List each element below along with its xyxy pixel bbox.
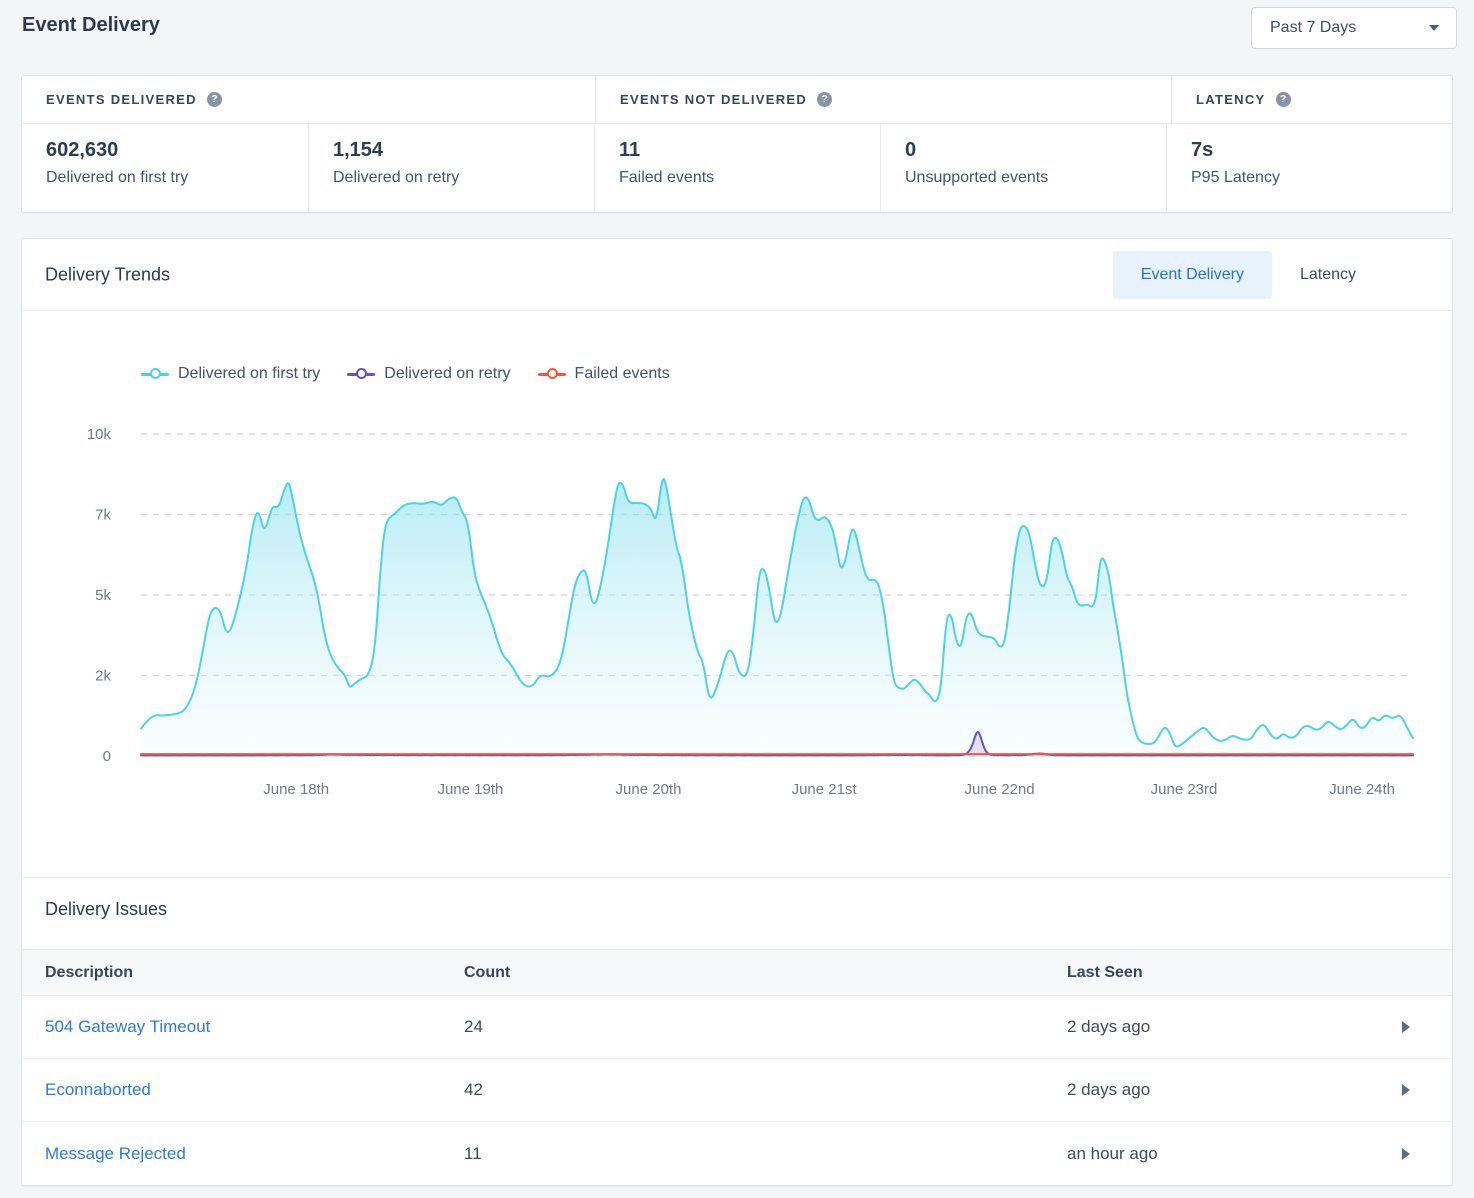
legend-item-failed[interactable]: Failed events [538, 365, 670, 383]
chevron-right-icon[interactable] [1402, 1084, 1410, 1096]
stats-group-events-not-delivered: EVENTS NOT DELIVERED ? [595, 76, 1171, 123]
issue-link[interactable]: 504 Gateway Timeout [45, 1017, 210, 1036]
legend-marker-icon [347, 373, 375, 376]
stat-label: Unsupported events [905, 169, 1166, 187]
svg-text:5k: 5k [95, 587, 111, 604]
time-range-select[interactable]: Past 7 Days [1251, 7, 1457, 49]
stat-value: 0 [905, 139, 1166, 162]
stat-value: 11 [619, 139, 880, 162]
trends-tabs: Event Delivery Latency [1113, 251, 1384, 299]
table-row[interactable]: 504 Gateway Timeout 24 2 days ago [22, 996, 1452, 1059]
stat-value: 1,154 [333, 139, 594, 162]
column-header-description: Description [22, 964, 464, 982]
issue-count: 11 [464, 1144, 1067, 1164]
stat-value: 7s [1191, 139, 1452, 162]
svg-text:7k: 7k [95, 507, 111, 524]
tab-latency[interactable]: Latency [1272, 251, 1384, 299]
delivery-issues-table: Description Count Last Seen 504 Gateway … [22, 949, 1452, 1185]
legend-marker-icon [538, 373, 566, 376]
stat-delivered-retry: 1,154 Delivered on retry [308, 124, 594, 212]
svg-text:2k: 2k [95, 668, 111, 685]
chevron-down-icon [1429, 25, 1439, 31]
tab-event-delivery[interactable]: Event Delivery [1113, 251, 1272, 299]
svg-text:0: 0 [103, 748, 111, 765]
trends-title: Delivery Trends [45, 264, 170, 285]
stats-group-latency: LATENCY ? [1171, 76, 1452, 123]
issue-link[interactable]: Message Rejected [45, 1144, 186, 1163]
event-delivery-page: Event Delivery Past 7 Days EVENTS DELIVE… [0, 0, 1474, 1198]
section-divider [22, 877, 1452, 878]
trends-header: Delivery Trends Event Delivery Latency [22, 239, 1452, 311]
issues-table-header: Description Count Last Seen [22, 949, 1452, 996]
svg-text:June 24th: June 24th [1329, 781, 1395, 798]
page-title: Event Delivery [22, 14, 160, 37]
svg-text:June 22nd: June 22nd [965, 781, 1035, 798]
legend-item-retry[interactable]: Delivered on retry [347, 365, 510, 383]
svg-text:10k: 10k [87, 426, 112, 443]
stats-group-events-delivered: EVENTS DELIVERED ? [22, 76, 595, 123]
stat-label: P95 Latency [1191, 169, 1452, 187]
stat-delivered-first-try: 602,630 Delivered on first try [22, 124, 308, 212]
svg-text:June 21st: June 21st [792, 781, 858, 798]
svg-text:June 18th: June 18th [263, 781, 329, 798]
issue-count: 42 [464, 1080, 1067, 1100]
delivery-issues-title: Delivery Issues [45, 899, 167, 920]
stat-label: Delivered on first try [46, 169, 308, 187]
stats-group-title: EVENTS NOT DELIVERED [620, 92, 807, 107]
help-icon[interactable]: ? [1276, 92, 1291, 107]
issue-last-seen: 2 days ago [1067, 1080, 1452, 1100]
stat-label: Delivered on retry [333, 169, 594, 187]
stat-value: 602,630 [46, 139, 308, 162]
chevron-right-icon[interactable] [1402, 1148, 1410, 1160]
issue-link[interactable]: Econnaborted [45, 1080, 151, 1099]
stats-header: EVENTS DELIVERED ? EVENTS NOT DELIVERED … [22, 76, 1452, 124]
delivery-trends-chart: 0 2k 5k 7k 10k June 18th June 19th June 20th Jun… [61, 416, 1453, 816]
table-row[interactable]: Econnaborted 42 2 days ago [22, 1059, 1452, 1122]
svg-text:June 19th: June 19th [437, 781, 503, 798]
svg-text:June 20th: June 20th [616, 781, 682, 798]
stats-values: 602,630 Delivered on first try 1,154 Del… [22, 124, 1452, 212]
stats-group-title: EVENTS DELIVERED [46, 92, 197, 107]
legend-label: Delivered on first try [178, 365, 320, 383]
table-row[interactable]: Message Rejected 11 an hour ago [22, 1122, 1452, 1185]
help-icon[interactable]: ? [207, 92, 222, 107]
delivery-trends-card: Delivery Trends Event Delivery Latency D… [21, 238, 1453, 1186]
issue-last-seen: 2 days ago [1067, 1017, 1452, 1037]
stats-group-title: LATENCY [1196, 92, 1266, 107]
legend-marker-icon [141, 373, 169, 376]
legend-label: Delivered on retry [384, 365, 510, 383]
time-range-value: Past 7 Days [1270, 19, 1356, 37]
chart-legend: Delivered on first try Delivered on retr… [141, 365, 670, 383]
issue-count: 24 [464, 1017, 1067, 1037]
svg-text:June 23rd: June 23rd [1151, 781, 1218, 798]
stat-label: Failed events [619, 169, 880, 187]
chevron-right-icon[interactable] [1402, 1021, 1410, 1033]
column-header-last-seen: Last Seen [1067, 964, 1452, 982]
legend-item-first-try[interactable]: Delivered on first try [141, 365, 320, 383]
stat-unsupported-events: 0 Unsupported events [880, 124, 1166, 212]
help-icon[interactable]: ? [817, 92, 832, 107]
stat-failed-events: 11 Failed events [594, 124, 880, 212]
column-header-count: Count [464, 964, 1067, 982]
stats-card: EVENTS DELIVERED ? EVENTS NOT DELIVERED … [21, 75, 1453, 213]
legend-label: Failed events [575, 365, 670, 383]
stat-p95-latency: 7s P95 Latency [1166, 124, 1452, 212]
issue-last-seen: an hour ago [1067, 1144, 1452, 1164]
